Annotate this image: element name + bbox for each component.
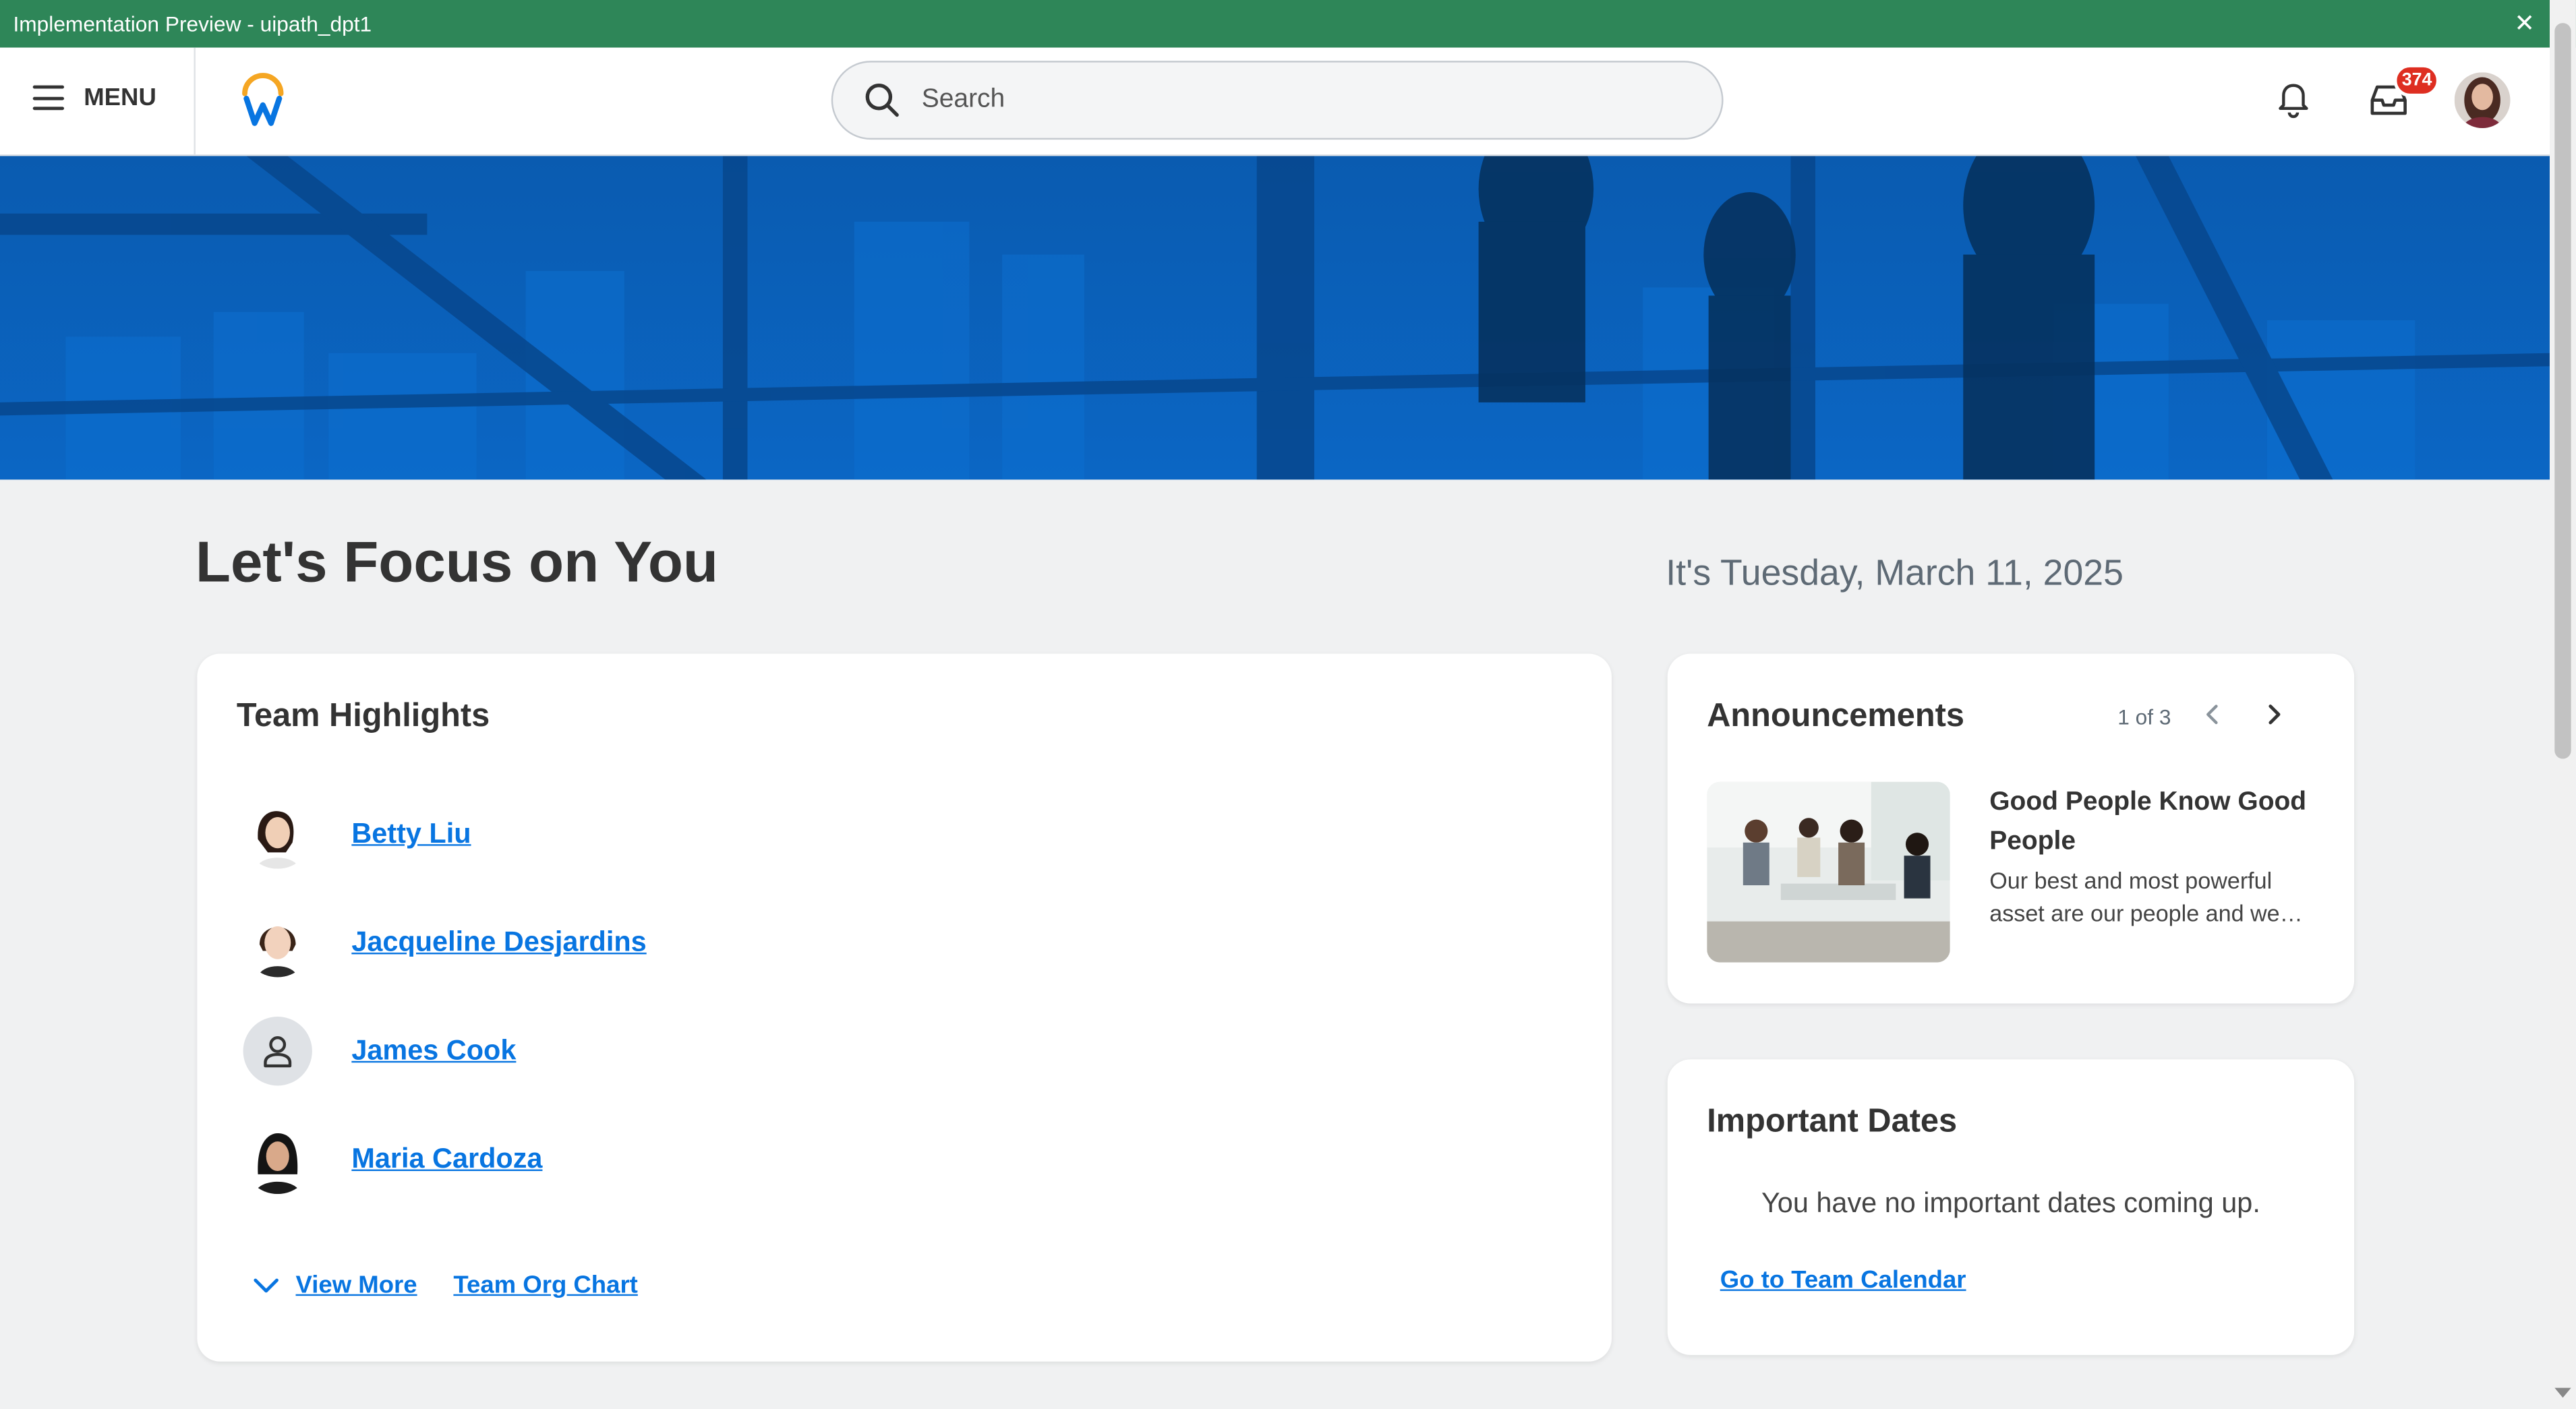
search-input[interactable] (921, 85, 1678, 115)
avatar[interactable] (243, 908, 312, 978)
avatar[interactable] (243, 1017, 312, 1086)
page-title: Let's Focus on You (195, 530, 719, 595)
chevron-right-icon[interactable] (2262, 701, 2285, 727)
scrollbar-thumb[interactable] (2554, 23, 2571, 759)
announcement-headline[interactable]: Good People Know Good People (1989, 783, 2318, 862)
hero-banner (0, 156, 2550, 480)
menu-button[interactable]: MENU (32, 84, 156, 112)
search-icon (865, 84, 899, 117)
user-placeholder-icon (264, 1036, 292, 1068)
team-member: Betty Liu (243, 800, 471, 869)
member-link[interactable]: Jacqueline Desjardins (351, 926, 646, 959)
avatar[interactable] (243, 1125, 312, 1195)
menu-icon (32, 85, 65, 111)
view-more-label: View More (295, 1271, 417, 1300)
member-link[interactable]: Maria Cardoza (351, 1143, 542, 1176)
bell-icon[interactable] (2274, 80, 2313, 119)
current-date: It's Tuesday, March 11, 2025 (1666, 551, 2124, 593)
preview-title: Implementation Preview - uipath_dpt1 (13, 11, 372, 36)
view-more-button[interactable]: View More (253, 1271, 417, 1299)
announcement-body: Our best and most powerful asset are our… (1989, 867, 2280, 927)
search-bar[interactable] (831, 61, 1724, 140)
team-member: James Cook (243, 1017, 516, 1086)
announcements-title: Announcements (1707, 698, 1964, 734)
team-highlights-title: Team Highlights (236, 698, 490, 734)
no-dates-message: You have no important dates coming up. (1761, 1187, 2260, 1219)
member-link[interactable]: Betty Liu (351, 818, 471, 851)
avatar[interactable] (243, 800, 312, 869)
chevron-left-icon[interactable] (2202, 701, 2225, 727)
scrollbar[interactable] (2549, 0, 2576, 1409)
announcement-pager: 1 of 3 (2117, 704, 2171, 729)
team-member: Maria Cardoza (243, 1125, 542, 1195)
team-calendar-link[interactable]: Go to Team Calendar (1720, 1266, 1966, 1294)
important-dates-title: Important Dates (1707, 1104, 1958, 1140)
header-divider (194, 47, 196, 156)
scroll-down-arrow-icon[interactable] (2554, 1387, 2571, 1398)
team-highlights-card: Team Highlights Betty Liu Jacqueline Des… (197, 653, 1612, 1362)
team-org-chart-link[interactable]: Team Org Chart (453, 1271, 637, 1299)
workday-logo[interactable] (237, 72, 289, 128)
member-link[interactable]: James Cook (351, 1035, 516, 1068)
menu-label: MENU (84, 84, 156, 112)
preview-bar: Implementation Preview - uipath_dpt1 ✕ (0, 0, 2576, 48)
avatar[interactable] (2454, 72, 2511, 129)
team-member: Jacqueline Desjardins (243, 908, 647, 978)
important-dates-card: Important Dates You have no important da… (1667, 1059, 2355, 1355)
inbox-badge: 374 (2393, 64, 2440, 97)
announcement-image[interactable] (1707, 781, 1950, 963)
chevron-down-icon (254, 1278, 279, 1292)
close-icon[interactable]: ✕ (2514, 8, 2535, 38)
app-root: Implementation Preview - uipath_dpt1 ✕ M… (0, 0, 2576, 1409)
announcements-card: Announcements 1 of 3 Good People Know Go… (1667, 653, 2355, 1004)
top-header: MENU 374 (0, 47, 2550, 156)
